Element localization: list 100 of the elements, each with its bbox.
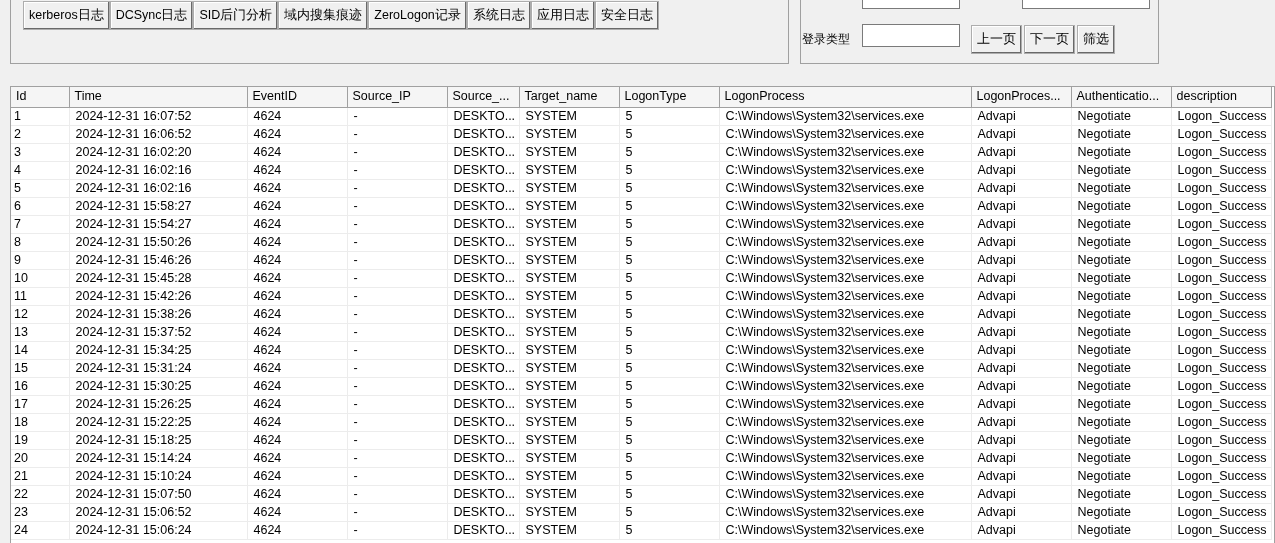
log-button[interactable]: 安全日志 [594,1,659,30]
table-cell: SYSTEM [519,125,619,143]
table-cell: 5 [619,485,719,503]
table-cell: Negotiate [1071,161,1171,179]
table-cell: 4624 [247,233,347,251]
log-button[interactable]: ZeroLogon记录 [368,1,467,30]
table-cell: 2024-12-31 15:22:25 [69,413,247,431]
logon-type-label: 登录类型 [802,31,851,48]
column-header[interactable]: Source_IP [347,87,447,107]
column-header[interactable]: LogonType [619,87,719,107]
table-cell: Logon_Success [1171,161,1271,179]
table-cell: 4624 [247,467,347,485]
table-cell: 5 [619,215,719,233]
table-cell: Logon_Success [1171,521,1271,539]
table-cell: SYSTEM [519,467,619,485]
log-button[interactable]: kerberos日志 [23,1,110,30]
column-header[interactable]: description [1171,87,1271,107]
page-button[interactable]: 筛选 [1077,25,1115,54]
table-cell: 5 [619,503,719,521]
table-cell: 11 [11,287,69,305]
table-cell: - [347,143,447,161]
table-cell: 5 [619,323,719,341]
table-cell: Negotiate [1071,395,1171,413]
table-cell: 2024-12-31 15:54:27 [69,215,247,233]
table-cell: Logon_Success [1171,413,1271,431]
table-cell: SYSTEM [519,305,619,323]
table-cell: - [347,161,447,179]
table-cell: 5 [619,179,719,197]
table-cell: Advapi [971,305,1071,323]
table-cell: 2024-12-31 16:02:16 [69,161,247,179]
log-button[interactable]: 域内搜集痕迹 [278,1,369,30]
table-cell: SYSTEM [519,197,619,215]
column-header[interactable]: LogonProcess [719,87,971,107]
table-cell: 4624 [247,359,347,377]
table-cell: DESKTO... [447,107,519,125]
table-cell: Negotiate [1071,215,1171,233]
table-cell: SYSTEM [519,503,619,521]
table-cell: - [347,179,447,197]
table-cell: 2024-12-31 15:38:26 [69,305,247,323]
table-cell: C:\Windows\System32\services.exe [719,197,971,215]
table-cell: SYSTEM [519,143,619,161]
table-cell: C:\Windows\System32\services.exe [719,431,971,449]
table-cell: Advapi [971,251,1071,269]
table-cell: 2024-12-31 15:26:25 [69,395,247,413]
table-cell: Logon_Success [1171,197,1271,215]
column-header[interactable]: Id [11,87,69,107]
log-button[interactable]: SID后门分析 [193,1,279,30]
table-cell: DESKTO... [447,305,519,323]
table-cell: 2024-12-31 15:06:24 [69,521,247,539]
table-cell: C:\Windows\System32\services.exe [719,215,971,233]
table-cell: DESKTO... [447,179,519,197]
logon-type-field[interactable] [862,24,960,47]
table-cell: - [347,233,447,251]
table-cell: DESKTO... [447,323,519,341]
table-cell: - [347,125,447,143]
table-cell: Logon_Success [1171,485,1271,503]
table-cell: Logon_Success [1171,251,1271,269]
table-cell: Negotiate [1071,341,1171,359]
table-cell: Logon_Success [1171,143,1271,161]
log-button[interactable]: 应用日志 [530,1,595,30]
table-cell: 2024-12-31 15:34:25 [69,341,247,359]
table-cell: Advapi [971,413,1071,431]
column-header[interactable]: EventID [247,87,347,107]
table-cell: 5 [619,521,719,539]
table-cell: 17 [11,395,69,413]
table-cell: C:\Windows\System32\services.exe [719,449,971,467]
table-cell: - [347,107,447,125]
table-cell: SYSTEM [519,233,619,251]
table-cell: 5 [619,305,719,323]
table-cell: DESKTO... [447,503,519,521]
column-header[interactable]: Target_name [519,87,619,107]
table-cell: 4624 [247,107,347,125]
table-cell: 5 [619,125,719,143]
column-header[interactable]: Source_... [447,87,519,107]
table-cell: 5 [619,107,719,125]
table-cell: 2024-12-31 15:07:50 [69,485,247,503]
table-cell: SYSTEM [519,377,619,395]
log-button[interactable]: DCSync日志 [109,1,194,30]
table-cell: DESKTO... [447,485,519,503]
table-cell: Negotiate [1071,431,1171,449]
table-cell: 4624 [247,305,347,323]
table-cell: 2024-12-31 15:31:24 [69,359,247,377]
table-cell: SYSTEM [519,395,619,413]
table-cell: DESKTO... [447,449,519,467]
table-cell: SYSTEM [519,413,619,431]
column-header[interactable]: Authenticatio... [1071,87,1171,107]
table-cell: 5 [619,251,719,269]
table-cell: 5 [619,161,719,179]
table-cell: Logon_Success [1171,431,1271,449]
table-cell: Logon_Success [1171,269,1271,287]
table-cell: - [347,395,447,413]
page-button[interactable]: 下一页 [1024,25,1075,54]
table-cell: DESKTO... [447,413,519,431]
log-button[interactable]: 系统日志 [466,1,531,30]
table-cell: C:\Windows\System32\services.exe [719,413,971,431]
column-header[interactable]: Time [69,87,247,107]
column-header[interactable]: LogonProces... [971,87,1071,107]
page-button[interactable]: 上一页 [971,25,1022,54]
table-cell: Logon_Success [1171,467,1271,485]
table-cell: - [347,359,447,377]
